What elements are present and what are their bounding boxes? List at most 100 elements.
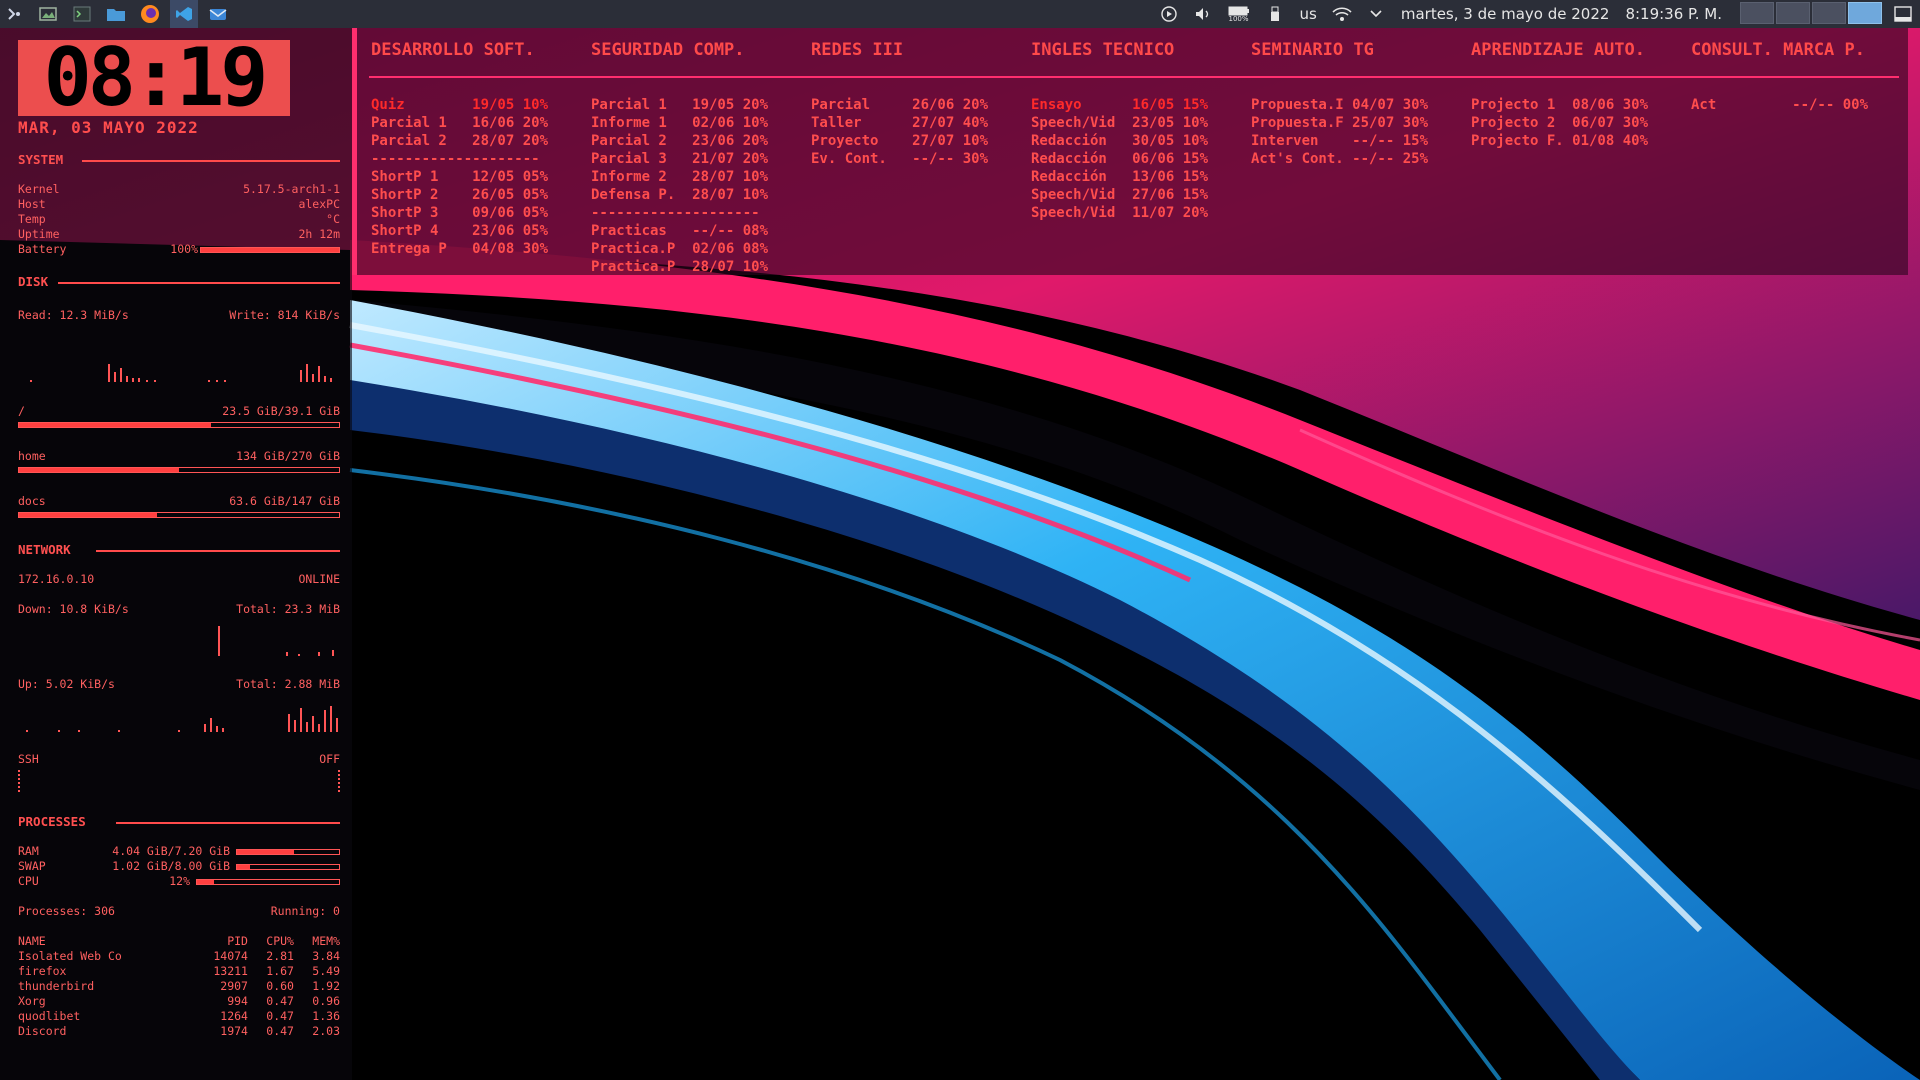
disk-write: Write: 814 KiB/s: [229, 308, 340, 322]
host-value: alexPC: [298, 197, 340, 211]
course-column: SEMINARIO TG Propuesta.I 04/07 30% Propues…: [1251, 40, 1471, 167]
ssh-indicator-right: [338, 770, 342, 792]
app-menu-icon[interactable]: [0, 0, 28, 28]
disk-io-row: Read: 12.3 MiB/s Write: 814 KiB/s: [18, 308, 340, 322]
terminal-icon[interactable]: [68, 0, 96, 28]
process-name: Discord: [18, 1024, 67, 1038]
battery-icon[interactable]: 100%: [1226, 3, 1252, 25]
wifi-icon[interactable]: [1331, 3, 1353, 25]
host-label: Host: [18, 197, 46, 211]
process-mem: 1.92: [312, 979, 340, 993]
mount-root-row: / 23.5 GiB/39.1 GiB: [18, 404, 340, 418]
temp-label: Temp: [18, 212, 46, 226]
course-item: Projecto F. 01/08 40%: [1471, 133, 1649, 149]
cpu-bar-fill: [197, 880, 215, 884]
course-title: SEGURIDAD COMP.: [591, 40, 745, 60]
system-monitor-widget: 08:19 MAR, 03 MAYO 2022 SYSTEM Kernel 5.1…: [0, 28, 352, 1080]
network-status: ONLINE: [298, 572, 340, 586]
battery-value: 100%: [170, 242, 198, 256]
course-item: Practica.P 28/07 10%: [591, 259, 769, 275]
mount-root-bar: [18, 422, 340, 428]
firefox-icon[interactable]: [136, 0, 164, 28]
down-row: Down: 10.8 KiB/s Total: 23.3 MiB: [18, 602, 340, 616]
section-title-network: NETWORK: [18, 542, 71, 557]
ram-row: RAM 4.04 GiB/7.20 GiB: [18, 844, 230, 858]
course-schedule-widget: DESARROLLO SOFT. Quiz 19/05 10% Parcial 1 …: [352, 28, 1908, 275]
course-item: Projecto 1 08/06 30%: [1471, 97, 1649, 113]
course-item: Defensa P. 28/07 10%: [591, 187, 769, 203]
process-row: firefox 13211 1.67 5.49: [18, 964, 340, 979]
workspace-3[interactable]: [1812, 2, 1846, 24]
system-tray: 100% us martes, 3 de mayo de 2022 8:19:3…: [1152, 0, 1920, 28]
workspace-4[interactable]: [1848, 2, 1882, 24]
battery-percent: 100%: [1228, 14, 1249, 23]
course-item: Parcial 1 19/05 20%: [591, 97, 769, 113]
course-item: Redacción 06/06 15%: [1031, 151, 1209, 167]
process-row: quodlibet 1264 0.47 1.36: [18, 1009, 340, 1024]
mount-root-bar-fill: [19, 423, 211, 427]
temp-value: °C: [326, 212, 340, 226]
process-name: quodlibet: [18, 1009, 81, 1023]
chevron-down-icon[interactable]: [1365, 3, 1387, 25]
host-row: Host alexPC: [18, 197, 340, 211]
upload-graph: [26, 706, 338, 732]
mount-home-usage: 134 GiB/270 GiB: [236, 449, 340, 463]
mount-docs-usage: 63.6 GiB/147 GiB: [229, 494, 340, 508]
process-cpu: 2.81: [266, 949, 294, 963]
course-item: Projecto 2 06/07 30%: [1471, 115, 1649, 131]
workspace-pager: [1738, 2, 1882, 26]
course-item: Parcial 1 16/06 20%: [371, 115, 549, 131]
col-name: NAME: [18, 934, 46, 948]
launcher-group: [0, 0, 238, 28]
clock-time: 08:19: [43, 31, 269, 124]
file-manager-icon[interactable]: [102, 0, 130, 28]
time-label[interactable]: 8:19:36 P. M.: [1625, 5, 1722, 23]
course-item: Interven --/-- 15%: [1251, 133, 1429, 149]
battery-bar: [200, 247, 340, 253]
course-item: Practicas --/-- 08%: [591, 223, 769, 239]
divider: [116, 822, 340, 824]
ssh-row: SSH OFF: [18, 752, 340, 766]
process-pid: 14074: [213, 949, 248, 963]
course-item-list: Projecto 1 08/06 30% Projecto 2 06/07 30%…: [1471, 96, 1648, 150]
divider: [96, 550, 340, 552]
process-cpu: 0.47: [266, 1009, 294, 1023]
clock-date: MAR, 03 MAYO 2022: [18, 118, 199, 137]
image-viewer-icon[interactable]: [34, 0, 62, 28]
course-item: Taller 27/07 40%: [811, 115, 989, 131]
show-desktop-icon[interactable]: [1892, 3, 1914, 25]
ssh-label: SSH: [18, 752, 39, 766]
media-play-icon[interactable]: [1158, 3, 1180, 25]
date-label[interactable]: martes, 3 de mayo de 2022: [1401, 5, 1610, 23]
process-row: Isolated Web Co 14074 2.81 3.84: [18, 949, 340, 964]
process-pid: 1264: [220, 1009, 248, 1023]
col-cpu: CPU%: [266, 934, 294, 948]
code-editor-icon[interactable]: [170, 0, 198, 28]
process-cpu: 0.47: [266, 994, 294, 1008]
schedule-divider: [369, 76, 1899, 78]
course-title: CONSULT. MARCA P.: [1691, 40, 1865, 60]
course-title: INGLES TECNICO: [1031, 40, 1175, 60]
col-pid: PID: [227, 934, 248, 948]
up-speed: Up: 5.02 KiB/s: [18, 677, 115, 691]
divider: [82, 160, 340, 162]
mount-home-row: home 134 GiB/270 GiB: [18, 449, 340, 463]
course-item: Entrega P 04/08 30%: [371, 241, 549, 257]
swap-bar-fill: [237, 865, 251, 869]
mail-icon[interactable]: [204, 0, 232, 28]
course-item: Speech/Vid 27/06 15%: [1031, 187, 1209, 203]
keyboard-layout[interactable]: us: [1300, 5, 1317, 23]
usb-storage-icon[interactable]: [1264, 3, 1286, 25]
process-pid: 994: [227, 994, 248, 1008]
process-name: Isolated Web Co: [18, 949, 122, 963]
course-title: APRENDIZAJE AUTO.: [1471, 40, 1645, 60]
cpu-bar: [196, 879, 340, 885]
volume-icon[interactable]: [1192, 3, 1214, 25]
course-item-list: Propuesta.I 04/07 30% Propuesta.F 25/07 3…: [1251, 96, 1428, 168]
process-mem: 3.84: [312, 949, 340, 963]
workspace-1[interactable]: [1740, 2, 1774, 24]
ram-label: RAM: [18, 844, 39, 858]
course-title: SEMINARIO TG: [1251, 40, 1374, 60]
workspace-2[interactable]: [1776, 2, 1810, 24]
mount-docs-bar: [18, 512, 340, 518]
